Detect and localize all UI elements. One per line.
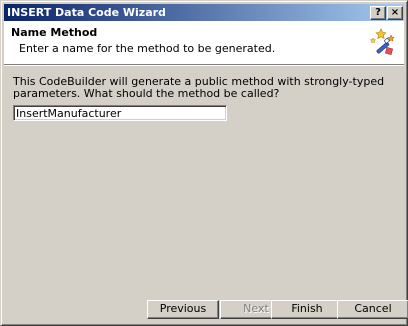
cancel-button[interactable]: Cancel	[337, 300, 408, 319]
next-button-label: Next	[243, 302, 269, 315]
previous-button-label: Previous	[159, 302, 207, 315]
help-button[interactable]: ?	[370, 6, 386, 20]
wizard-header: Name Method Enter a name for the method …	[4, 21, 404, 65]
close-button[interactable]: ×	[387, 6, 403, 20]
wizard-dialog: INSERT Data Code Wizard ? × Name Method …	[0, 0, 408, 326]
page-subtitle: Enter a name for the method to be genera…	[19, 42, 276, 55]
previous-button[interactable]: Previous	[147, 300, 219, 319]
wizard-wand-icon	[369, 28, 395, 55]
finish-button[interactable]: Finish	[271, 300, 343, 319]
window-title: INSERT Data Code Wizard	[7, 6, 166, 19]
method-name-input[interactable]	[13, 105, 227, 121]
cancel-button-label: Cancel	[354, 302, 392, 315]
method-name-prompt: This CodeBuilder will generate a public …	[13, 75, 385, 100]
title-bar[interactable]: INSERT Data Code Wizard ? ×	[4, 4, 404, 21]
page-title: Name Method	[11, 26, 98, 39]
finish-button-label: Finish	[291, 302, 323, 315]
